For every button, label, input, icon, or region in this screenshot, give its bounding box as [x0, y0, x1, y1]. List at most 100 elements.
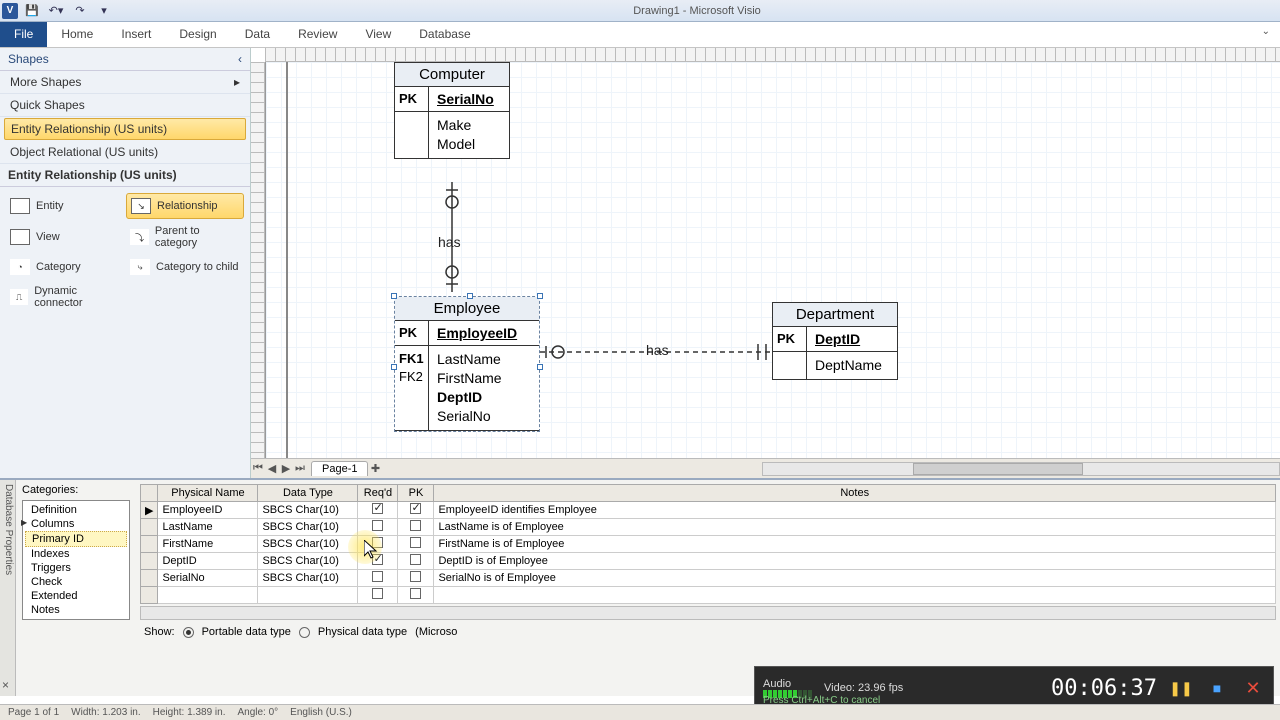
cat-primary-id[interactable]: Primary ID	[25, 531, 127, 547]
cell-name[interactable]: SerialNo	[158, 570, 258, 587]
cell-name[interactable]: DeptID	[158, 553, 258, 570]
shape-category[interactable]: ◔Category	[6, 255, 124, 279]
recorder-close-button[interactable]: ✕	[1241, 676, 1265, 700]
table-row[interactable]: SerialNo SBCS Char(10) SerialNo is of Em…	[141, 570, 1276, 587]
tab-view[interactable]: View	[351, 22, 405, 47]
cell-name[interactable]: LastName	[158, 519, 258, 536]
row-header[interactable]	[141, 519, 158, 536]
tab-file[interactable]: File	[0, 22, 47, 47]
shape-cat-child[interactable]: ⤷Category to child	[126, 255, 244, 279]
columns-grid[interactable]: Physical Name Data Type Req'd PK Notes ▶…	[140, 484, 1276, 604]
page-prev[interactable]: ◀	[265, 462, 279, 475]
sel-handle[interactable]	[467, 293, 473, 299]
ribbon-expand-icon[interactable]: ⌄	[1252, 22, 1280, 47]
tab-data[interactable]: Data	[231, 22, 284, 47]
cell-reqd[interactable]	[358, 502, 398, 519]
cell-pk[interactable]	[398, 502, 434, 519]
col-reqd[interactable]: Req'd	[358, 485, 398, 502]
entity-department[interactable]: Department PK DeptID DeptName	[772, 302, 898, 380]
cell-type[interactable]: SBCS Char(10)	[258, 536, 358, 553]
cell-notes[interactable]: LastName is of Employee	[434, 519, 1276, 536]
page-next[interactable]: ▶	[279, 462, 293, 475]
qat-more[interactable]: ▾	[94, 2, 114, 20]
shape-relationship[interactable]: ↘Relationship	[126, 193, 244, 219]
cell-pk[interactable]	[398, 553, 434, 570]
grid-h-scroll[interactable]	[140, 606, 1276, 620]
entity-computer[interactable]: Computer PK SerialNo Make Model	[394, 62, 510, 159]
cat-columns[interactable]: Columns	[25, 517, 127, 531]
quick-shapes[interactable]: Quick Shapes	[0, 94, 250, 117]
cell-notes[interactable]: DeptID is of Employee	[434, 553, 1276, 570]
more-shapes[interactable]: More Shapes ▸	[0, 71, 250, 94]
recorder-stop-button[interactable]: ■	[1205, 676, 1229, 700]
cat-indexes[interactable]: Indexes	[25, 547, 127, 561]
cell-name[interactable]: EmployeeID	[158, 502, 258, 519]
col-data-type[interactable]: Data Type	[258, 485, 358, 502]
col-notes[interactable]: Notes	[434, 485, 1276, 502]
recorder-pause-button[interactable]: ❚❚	[1169, 676, 1193, 700]
redo-button[interactable]: ↷	[70, 2, 90, 20]
cat-check[interactable]: Check	[25, 575, 127, 589]
shapes-collapse-icon[interactable]: ‹	[238, 52, 242, 66]
sel-handle[interactable]	[391, 364, 397, 370]
cell-reqd[interactable]	[358, 570, 398, 587]
col-pk[interactable]: PK	[398, 485, 434, 502]
stencil-or[interactable]: Object Relational (US units)	[0, 141, 250, 164]
cell-notes[interactable]: SerialNo is of Employee	[434, 570, 1276, 587]
tab-database[interactable]: Database	[405, 22, 484, 47]
page-last[interactable]: ⏭	[293, 462, 307, 475]
radio-portable[interactable]	[183, 627, 194, 638]
tab-design[interactable]: Design	[165, 22, 230, 47]
scroll-thumb[interactable]	[913, 463, 1083, 475]
cell-type[interactable]: SBCS Char(10)	[258, 570, 358, 587]
cat-triggers[interactable]: Triggers	[25, 561, 127, 575]
tab-home[interactable]: Home	[47, 22, 107, 47]
entity-employee[interactable]: Employee PK EmployeeID FK1 FK2 LastName …	[394, 296, 540, 432]
cat-notes[interactable]: Notes	[25, 603, 127, 617]
cell-reqd[interactable]	[358, 553, 398, 570]
page-add[interactable]: ✚	[368, 462, 382, 475]
shape-view[interactable]: View	[6, 221, 124, 253]
cell-notes[interactable]: EmployeeID identifies Employee	[434, 502, 1276, 519]
radio-physical[interactable]	[299, 627, 310, 638]
cell-type[interactable]: SBCS Char(10)	[258, 553, 358, 570]
cat-definition[interactable]: Definition	[25, 503, 127, 517]
row-header[interactable]	[141, 536, 158, 553]
tab-insert[interactable]: Insert	[107, 22, 165, 47]
table-row[interactable]: DeptID SBCS Char(10) DeptID is of Employ…	[141, 553, 1276, 570]
table-row[interactable]: ▶ EmployeeID SBCS Char(10) EmployeeID id…	[141, 502, 1276, 519]
sel-handle[interactable]	[537, 364, 543, 370]
undo-button[interactable]: ↶▾	[46, 2, 66, 20]
sel-handle[interactable]	[391, 293, 397, 299]
row-header[interactable]: ▶	[141, 502, 158, 519]
tab-review[interactable]: Review	[284, 22, 351, 47]
cell-notes[interactable]: FirstName is of Employee	[434, 536, 1276, 553]
page-first[interactable]: ⏮	[251, 462, 265, 475]
cell-pk[interactable]	[398, 570, 434, 587]
cat-extended[interactable]: Extended	[25, 589, 127, 603]
page-tab[interactable]: Page-1	[311, 461, 368, 476]
table-row[interactable]: FirstName SBCS Char(10) FirstName is of …	[141, 536, 1276, 553]
cell-reqd[interactable]	[358, 536, 398, 553]
table-row[interactable]: LastName SBCS Char(10) LastName is of Em…	[141, 519, 1276, 536]
col-physical-name[interactable]: Physical Name	[158, 485, 258, 502]
close-panel-icon[interactable]: ×	[2, 678, 9, 692]
shape-entity[interactable]: Entity	[6, 193, 124, 219]
cell-type[interactable]: SBCS Char(10)	[258, 519, 358, 536]
save-button[interactable]: 💾	[22, 2, 42, 20]
row-header[interactable]	[141, 553, 158, 570]
shape-parent-cat[interactable]: ⤵Parent to category	[126, 221, 244, 253]
stencil-er[interactable]: Entity Relationship (US units)	[4, 118, 246, 140]
drawing-canvas[interactable]: Computer PK SerialNo Make Model	[265, 62, 1280, 458]
cell-pk[interactable]	[398, 519, 434, 536]
quick-access-toolbar: V 💾 ↶▾ ↷ ▾	[0, 2, 114, 20]
cell-name[interactable]: FirstName	[158, 536, 258, 553]
cell-pk[interactable]	[398, 536, 434, 553]
row-header[interactable]	[141, 570, 158, 587]
shape-dyn-conn[interactable]: ⎍Dynamic connector	[6, 281, 124, 313]
cell-reqd[interactable]	[358, 519, 398, 536]
table-row-empty[interactable]	[141, 587, 1276, 604]
sel-handle[interactable]	[537, 293, 543, 299]
h-scrollbar[interactable]	[762, 462, 1280, 476]
cell-type[interactable]: SBCS Char(10)	[258, 502, 358, 519]
